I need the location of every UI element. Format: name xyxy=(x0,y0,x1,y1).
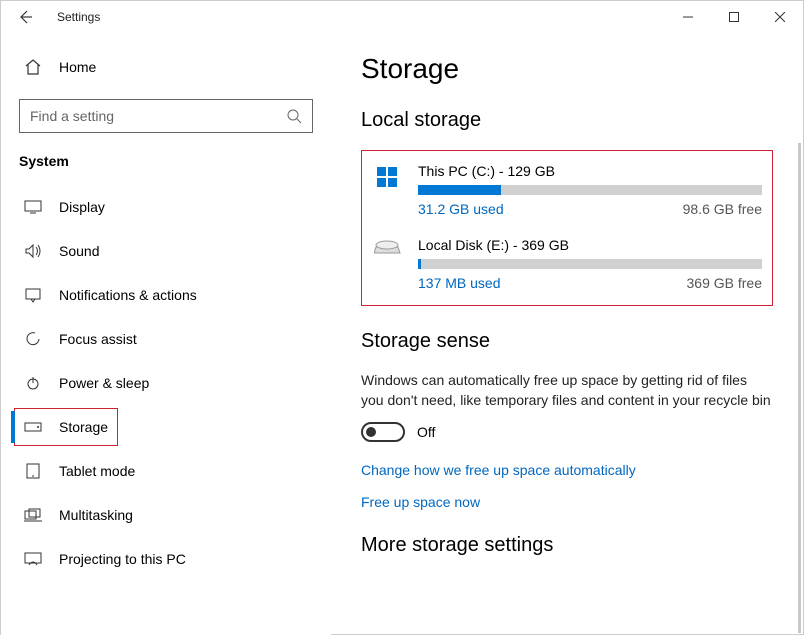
minimize-button[interactable] xyxy=(665,1,711,33)
category-heading: System xyxy=(1,149,331,185)
drive-c[interactable]: This PC (C:) - 129 GB 31.2 GB used 98.6 … xyxy=(372,163,762,217)
nav-label: Focus assist xyxy=(59,331,137,347)
local-storage-heading: Local storage xyxy=(361,109,773,132)
storage-icon xyxy=(23,422,43,432)
drive-used: 137 MB used xyxy=(418,275,501,291)
home-nav[interactable]: Home xyxy=(1,45,331,89)
more-storage-heading: More storage settings xyxy=(361,534,773,557)
home-icon xyxy=(23,58,43,76)
nav-tablet-mode[interactable]: Tablet mode xyxy=(1,449,331,493)
nav-storage[interactable]: Storage xyxy=(11,405,121,449)
windows-drive-icon xyxy=(372,163,404,217)
usage-bar xyxy=(418,185,762,195)
link-free-up-now[interactable]: Free up space now xyxy=(361,494,773,510)
drive-title: This PC (C:) - 129 GB xyxy=(418,163,762,179)
page-heading: Storage xyxy=(361,53,773,85)
close-button[interactable] xyxy=(757,1,803,33)
window-title: Settings xyxy=(57,10,100,24)
search-input-wrap[interactable] xyxy=(19,99,313,133)
drive-title: Local Disk (E:) - 369 GB xyxy=(418,237,762,253)
nav-focus-assist[interactable]: Focus assist xyxy=(1,317,331,361)
scrollbar[interactable] xyxy=(798,143,801,633)
link-change-free-up[interactable]: Change how we free up space automaticall… xyxy=(361,462,773,478)
multitasking-icon xyxy=(23,508,43,522)
toggle-label: Off xyxy=(417,424,435,440)
drive-free: 98.6 GB free xyxy=(683,201,762,217)
sidebar: Home System Display Sound Notifications … xyxy=(1,33,331,636)
local-storage-box: This PC (C:) - 129 GB 31.2 GB used 98.6 … xyxy=(361,150,773,306)
nav-sound[interactable]: Sound xyxy=(1,229,331,273)
search-icon xyxy=(286,108,302,124)
focus-assist-icon xyxy=(23,331,43,347)
storage-sense-desc: Windows can automatically free up space … xyxy=(361,371,773,410)
nav-label: Display xyxy=(59,199,105,215)
nav-power-sleep[interactable]: Power & sleep xyxy=(1,361,331,405)
storage-sense-heading: Storage sense xyxy=(361,330,773,353)
storage-sense-toggle[interactable] xyxy=(361,422,405,442)
back-button[interactable] xyxy=(1,9,49,25)
disk-icon xyxy=(372,237,404,291)
nav-label: Storage xyxy=(59,419,108,435)
search-input[interactable] xyxy=(30,108,286,124)
sound-icon xyxy=(23,243,43,259)
drive-e[interactable]: Local Disk (E:) - 369 GB 137 MB used 369… xyxy=(372,237,762,291)
tablet-icon xyxy=(23,463,43,479)
nav-label: Sound xyxy=(59,243,99,259)
content-pane: Storage Local storage This PC (C:) - 129… xyxy=(331,33,803,636)
nav-multitasking[interactable]: Multitasking xyxy=(1,493,331,537)
nav-label: Multitasking xyxy=(59,507,133,523)
nav-notifications[interactable]: Notifications & actions xyxy=(1,273,331,317)
nav-label: Projecting to this PC xyxy=(59,551,186,567)
display-icon xyxy=(23,200,43,214)
maximize-button[interactable] xyxy=(711,1,757,33)
drive-used: 31.2 GB used xyxy=(418,201,504,217)
usage-bar xyxy=(418,259,762,269)
nav-projecting[interactable]: Projecting to this PC xyxy=(1,537,331,581)
power-icon xyxy=(23,375,43,391)
projecting-icon xyxy=(23,552,43,566)
nav-label: Tablet mode xyxy=(59,463,135,479)
home-label: Home xyxy=(59,59,96,75)
titlebar: Settings xyxy=(1,1,803,33)
notifications-icon xyxy=(23,287,43,303)
nav-display[interactable]: Display xyxy=(1,185,331,229)
nav-label: Power & sleep xyxy=(59,375,149,391)
nav-label: Notifications & actions xyxy=(59,287,197,303)
drive-free: 369 GB free xyxy=(687,275,763,291)
